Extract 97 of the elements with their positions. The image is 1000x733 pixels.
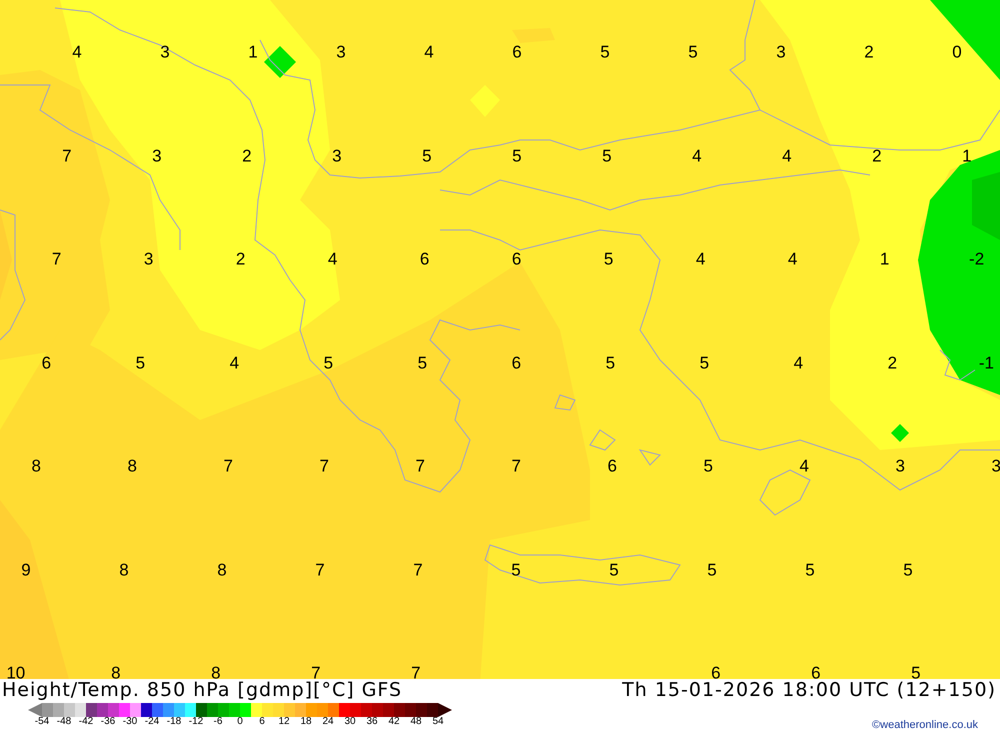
temperature-value: 7	[413, 561, 423, 578]
temperature-value: 7	[411, 664, 421, 678]
temperature-value: 6	[512, 354, 522, 371]
temperature-value: 3	[895, 458, 905, 474]
scale-label: -54	[34, 716, 50, 726]
temperature-value: 3	[144, 250, 154, 268]
left-arrow-icon	[28, 702, 42, 716]
temperature-value: 8	[211, 664, 221, 678]
temperature-value: 5	[422, 147, 432, 164]
temperature-value: 3	[991, 458, 1000, 474]
temperature-value: 6	[711, 664, 721, 678]
temperature-value: 2	[864, 44, 874, 60]
temperature-value: 6	[42, 354, 52, 371]
scale-label: 0	[237, 716, 243, 726]
temperature-value: 9	[21, 561, 31, 578]
temperature-value: 4	[692, 147, 702, 164]
temperature-value: 5	[805, 561, 815, 578]
temperature-value: 5	[324, 354, 334, 371]
temperature-value: 8	[217, 561, 227, 578]
scale-label: 42	[388, 716, 400, 726]
temperature-value: 7	[319, 458, 329, 474]
temperature-value: 5	[136, 354, 146, 371]
temperature-value: 5	[688, 44, 698, 60]
temperature-value: 5	[418, 354, 428, 371]
scale-label: -6	[214, 716, 222, 726]
temperature-value: 5	[911, 664, 921, 678]
temperature-value: 4	[72, 44, 82, 60]
temperature-value: 4	[424, 44, 434, 60]
temperature-value: 2	[242, 147, 252, 164]
temperature-value: 7	[415, 458, 425, 474]
temperature-value: 5	[703, 458, 713, 474]
temperature-value: 3	[152, 147, 162, 164]
temperature-value: 8	[119, 561, 129, 578]
temperature-value: 5	[903, 561, 913, 578]
scale-label: -30	[122, 716, 138, 726]
temperature-value: 6	[811, 664, 821, 678]
scale-label: 36	[366, 716, 378, 726]
temperature-value: 5	[600, 44, 610, 60]
temperature-value: 5	[604, 250, 614, 268]
scale-label: 24	[322, 716, 334, 726]
scale-label: -42	[78, 716, 94, 726]
temperature-value: 8	[111, 664, 121, 678]
temperature-value: 2	[236, 250, 246, 268]
chart-title: Height/Temp. 850 hPa [gdmp][°C] GFS	[2, 681, 402, 700]
temperature-value: -2	[969, 250, 984, 268]
temperature-value: 4	[794, 354, 804, 371]
temperature-value: 4	[696, 250, 706, 268]
temperature-value: 8	[127, 458, 137, 474]
temperature-value: 5	[602, 147, 612, 164]
scale-label: 12	[278, 716, 290, 726]
scale-label: -24	[144, 716, 160, 726]
temperature-value: 0	[952, 44, 962, 60]
temperature-value: 4	[782, 147, 792, 164]
scale-label: -48	[56, 716, 72, 726]
temperature-value: 5	[511, 561, 521, 578]
temperature-value: 3	[160, 44, 170, 60]
temperature-value: 3	[332, 147, 342, 164]
right-arrow-icon	[438, 702, 452, 716]
temperature-value: 7	[511, 458, 521, 474]
temperature-value: 3	[336, 44, 346, 60]
temperature-value: 5	[606, 354, 616, 371]
temperature-value: 7	[311, 664, 321, 678]
temperature-value: 10	[6, 664, 26, 678]
temperature-value: 2	[872, 147, 882, 164]
temperature-value: 7	[223, 458, 233, 474]
temperature-value: 7	[315, 561, 325, 578]
temperature-value: 4	[799, 458, 809, 474]
scale-label: 18	[300, 716, 312, 726]
scale-label: -36	[100, 716, 116, 726]
temperature-value: 6	[512, 44, 522, 60]
scale-label: 6	[259, 716, 265, 726]
temperature-value: 4	[230, 354, 240, 371]
temperature-value: 4	[328, 250, 338, 268]
valid-time: Th 15-01-2026 18:00 UTC (12+150)	[622, 681, 997, 700]
scale-label: -12	[188, 716, 204, 726]
temperature-value: 3	[776, 44, 786, 60]
scale-label: 48	[410, 716, 422, 726]
temperature-value: 5	[512, 147, 522, 164]
temperature-value: 6	[607, 458, 617, 474]
temperature-value: 6	[512, 250, 522, 268]
temperature-value: 2	[888, 354, 898, 371]
scale-label: 54	[432, 716, 444, 726]
temperature-value: 5	[609, 561, 619, 578]
scale-label: 30	[344, 716, 356, 726]
temperature-value: 4	[788, 250, 798, 268]
temperature-value: 8	[31, 458, 41, 474]
temperature-value: 1	[248, 44, 258, 60]
temperature-value: -1	[978, 354, 994, 371]
temperature-value: 5	[700, 354, 710, 371]
scale-label: -18	[166, 716, 182, 726]
temperature-value: 7	[62, 147, 72, 164]
temperature-value: 5	[707, 561, 717, 578]
temperature-value: 6	[420, 250, 430, 268]
copyright-link[interactable]: ©weatheronline.co.uk	[872, 716, 998, 733]
temperature-value: 7	[52, 250, 62, 268]
temperature-value: 1	[880, 250, 890, 268]
temperature-value: 1	[962, 147, 972, 164]
